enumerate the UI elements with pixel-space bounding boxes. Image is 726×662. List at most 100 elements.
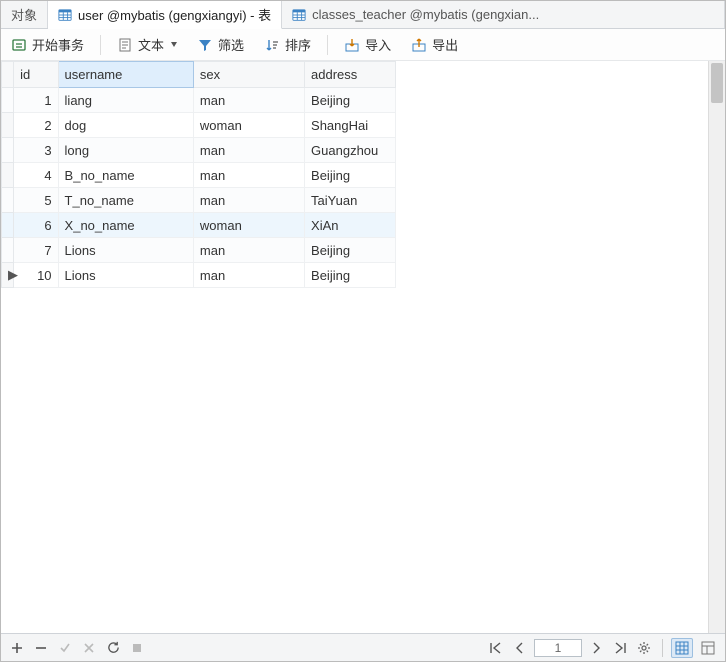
tab-classes-teacher-label: classes_teacher @mybatis (gengxian...: [312, 7, 539, 22]
table-row[interactable]: 5T_no_namemanTaiYuan: [2, 188, 396, 213]
row-marker: [2, 113, 14, 138]
table-row[interactable]: 1liangmanBeijing: [2, 88, 396, 113]
cell-address[interactable]: XiAn: [305, 213, 396, 238]
table-row[interactable]: 7LionsmanBeijing: [2, 238, 396, 263]
cell-id[interactable]: 7: [14, 238, 58, 263]
filter-button[interactable]: 筛选: [193, 32, 248, 57]
cell-id[interactable]: 2: [14, 113, 58, 138]
settings-button[interactable]: [634, 638, 654, 658]
cell-sex[interactable]: man: [193, 263, 304, 288]
row-marker: [2, 238, 14, 263]
cell-username[interactable]: long: [58, 138, 193, 163]
cell-username[interactable]: B_no_name: [58, 163, 193, 188]
cell-sex[interactable]: man: [193, 138, 304, 163]
arrow-left-icon: [514, 642, 526, 654]
tab-classes-teacher[interactable]: classes_teacher @mybatis (gengxian...: [282, 1, 725, 28]
add-row-button[interactable]: [7, 638, 27, 658]
stop-icon: [131, 642, 143, 654]
grid-view-button[interactable]: [671, 638, 693, 658]
cell-username[interactable]: Lions: [58, 238, 193, 263]
cell-id[interactable]: 10: [14, 263, 58, 288]
cell-address[interactable]: Beijing: [305, 238, 396, 263]
nav-next-button[interactable]: [586, 638, 606, 658]
separator: [327, 35, 328, 55]
funnel-icon: [197, 37, 213, 53]
cell-id[interactable]: 4: [14, 163, 58, 188]
page-input[interactable]: 1: [534, 639, 582, 657]
check-icon: [59, 642, 71, 654]
nav-last-button[interactable]: [610, 638, 630, 658]
toolbar: 开始事务 文本 筛选 排序 导入 导出: [1, 29, 725, 61]
tab-objects[interactable]: 对象: [1, 1, 48, 28]
row-marker: ▶: [2, 263, 14, 288]
delete-row-button[interactable]: [31, 638, 51, 658]
cell-username[interactable]: T_no_name: [58, 188, 193, 213]
gear-icon: [637, 641, 651, 655]
scrollbar-thumb[interactable]: [711, 63, 723, 103]
separator: [100, 35, 101, 55]
import-label: 导入: [365, 35, 391, 54]
table-row[interactable]: 4B_no_namemanBeijing: [2, 163, 396, 188]
cell-id[interactable]: 3: [14, 138, 58, 163]
cell-sex[interactable]: man: [193, 163, 304, 188]
cell-username[interactable]: liang: [58, 88, 193, 113]
export-button[interactable]: 导出: [407, 32, 462, 57]
column-header-address[interactable]: address: [305, 62, 396, 88]
nav-first-button[interactable]: [486, 638, 506, 658]
cell-address[interactable]: Beijing: [305, 263, 396, 288]
cell-id[interactable]: 5: [14, 188, 58, 213]
last-icon: [613, 642, 627, 654]
row-marker: [2, 163, 14, 188]
cell-username[interactable]: dog: [58, 113, 193, 138]
data-grid[interactable]: id username sex address 1liangmanBeijing…: [1, 61, 708, 633]
table-row[interactable]: 6X_no_namewomanXiAn: [2, 213, 396, 238]
tab-bar: 对象 user @mybatis (gengxiangyi) - 表 class…: [1, 1, 725, 29]
column-header-username[interactable]: username: [58, 62, 193, 88]
cancel-button[interactable]: [79, 638, 99, 658]
import-button[interactable]: 导入: [340, 32, 395, 57]
table-row[interactable]: 2dogwomanShangHai: [2, 113, 396, 138]
table-icon: [292, 8, 306, 22]
separator: [662, 639, 663, 657]
cell-address[interactable]: TaiYuan: [305, 188, 396, 213]
tab-user-table[interactable]: user @mybatis (gengxiangyi) - 表: [48, 1, 282, 29]
column-header-sex[interactable]: sex: [193, 62, 304, 88]
cell-address[interactable]: Beijing: [305, 163, 396, 188]
arrow-right-icon: [590, 642, 602, 654]
form-view-icon: [701, 641, 715, 655]
nav-prev-button[interactable]: [510, 638, 530, 658]
sort-button[interactable]: 排序: [260, 32, 315, 57]
table-row[interactable]: 3longmanGuangzhou: [2, 138, 396, 163]
cell-sex[interactable]: man: [193, 188, 304, 213]
apply-button[interactable]: [55, 638, 75, 658]
form-view-button[interactable]: [697, 638, 719, 658]
memo-icon: [117, 37, 133, 53]
cell-address[interactable]: Guangzhou: [305, 138, 396, 163]
row-marker: [2, 88, 14, 113]
cell-address[interactable]: ShangHai: [305, 113, 396, 138]
cell-sex[interactable]: woman: [193, 113, 304, 138]
cell-username[interactable]: X_no_name: [58, 213, 193, 238]
transaction-icon: [11, 37, 27, 53]
begin-transaction-button[interactable]: 开始事务: [7, 32, 88, 57]
tab-objects-label: 对象: [11, 5, 37, 24]
vertical-scrollbar[interactable]: [708, 61, 725, 633]
cell-address[interactable]: Beijing: [305, 88, 396, 113]
table-row[interactable]: ▶10LionsmanBeijing: [2, 263, 396, 288]
row-marker: [2, 138, 14, 163]
text-button[interactable]: 文本: [113, 32, 181, 57]
cell-username[interactable]: Lions: [58, 263, 193, 288]
tab-user-table-label: user @mybatis (gengxiangyi) - 表: [78, 5, 271, 24]
text-label: 文本: [138, 35, 164, 54]
cell-sex[interactable]: woman: [193, 213, 304, 238]
cell-sex[interactable]: man: [193, 238, 304, 263]
export-icon: [411, 37, 427, 53]
stop-button[interactable]: [127, 638, 147, 658]
refresh-button[interactable]: [103, 638, 123, 658]
cell-id[interactable]: 6: [14, 213, 58, 238]
cell-sex[interactable]: man: [193, 88, 304, 113]
cell-id[interactable]: 1: [14, 88, 58, 113]
column-header-id[interactable]: id: [14, 62, 58, 88]
plus-icon: [11, 642, 23, 654]
grid-area: id username sex address 1liangmanBeijing…: [1, 61, 725, 633]
